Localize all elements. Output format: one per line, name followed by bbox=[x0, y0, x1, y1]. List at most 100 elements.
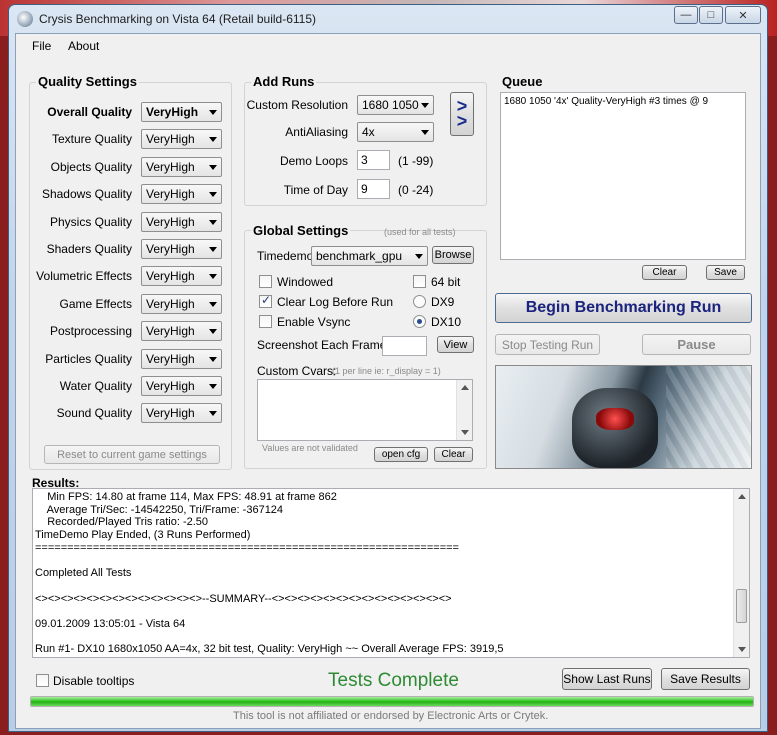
quality-value: VeryHigh bbox=[146, 269, 195, 284]
scroll-down-icon[interactable] bbox=[738, 647, 746, 652]
quality-row-label: Objects Quality bbox=[50, 159, 132, 174]
chevron-down-icon bbox=[209, 192, 217, 198]
queue-title: Queue bbox=[500, 74, 545, 89]
results-line: Min FPS: 14.80 at frame 114, Max FPS: 48… bbox=[35, 491, 337, 503]
minimize-button[interactable]: — bbox=[674, 6, 698, 24]
chevron-down-icon bbox=[209, 329, 217, 335]
windowed-label: Windowed bbox=[277, 275, 334, 289]
windowed-checkbox[interactable] bbox=[259, 275, 272, 288]
chevron-down-icon bbox=[209, 274, 217, 280]
dx10-radio[interactable] bbox=[413, 315, 426, 328]
queue-save-button[interactable]: Save bbox=[706, 265, 745, 280]
demo-loops-range: (1 -99) bbox=[398, 154, 434, 168]
64bit-label: 64 bit bbox=[431, 275, 461, 289]
view-button[interactable]: View bbox=[437, 336, 474, 353]
time-of-day-range: (0 -24) bbox=[398, 183, 434, 197]
add-to-queue-button[interactable]: > > bbox=[450, 92, 474, 136]
results-line bbox=[35, 554, 747, 567]
screenshot-label: Screenshot Each Frame bbox=[257, 338, 387, 352]
disable-tooltips-label: Disable tooltips bbox=[53, 674, 135, 688]
chevron-down-icon bbox=[415, 254, 423, 259]
scroll-down-icon[interactable] bbox=[461, 430, 469, 435]
chevron-down-icon bbox=[209, 219, 217, 225]
cvars-clear-button[interactable]: Clear bbox=[434, 447, 473, 462]
open-cfg-button[interactable]: open cfg bbox=[374, 447, 428, 462]
resolution-value: 1680 1050 bbox=[362, 98, 419, 112]
chevron-down-icon bbox=[209, 301, 217, 307]
chevron-down-icon bbox=[209, 164, 217, 170]
vsync-label: Enable Vsync bbox=[277, 315, 351, 329]
chevron-down-icon bbox=[209, 384, 217, 389]
browse-button[interactable]: Browse bbox=[432, 246, 474, 264]
dx9-radio[interactable] bbox=[413, 295, 426, 308]
quality-select[interactable]: VeryHigh bbox=[141, 376, 222, 396]
stop-testing-button[interactable]: Stop Testing Run bbox=[495, 334, 600, 355]
results-line bbox=[35, 580, 747, 593]
disclaimer-text: This tool is not affiliated or endorsed … bbox=[233, 710, 549, 722]
pause-button[interactable]: Pause bbox=[642, 334, 751, 355]
quality-select[interactable]: VeryHigh bbox=[141, 211, 222, 232]
results-line: 09.01.2009 13:05:01 - Vista 64 bbox=[35, 617, 186, 630]
custom-cvars-label: Custom Cvars: bbox=[257, 364, 337, 378]
results-line: <><><><><><><><><><><><><>--SUMMARY--<><… bbox=[35, 592, 452, 605]
quality-select[interactable]: VeryHigh bbox=[141, 403, 222, 424]
results-line: ========================================… bbox=[35, 541, 459, 554]
custom-cvars-textarea[interactable] bbox=[257, 379, 473, 441]
results-scroll-thumb[interactable] bbox=[736, 589, 747, 623]
quality-select[interactable]: VeryHigh bbox=[141, 321, 222, 342]
quality-row-label: Particles Quality bbox=[45, 351, 132, 366]
64bit-checkbox[interactable] bbox=[413, 275, 426, 288]
maximize-button[interactable]: □ bbox=[699, 6, 723, 24]
disable-tooltips-checkbox[interactable] bbox=[36, 674, 49, 687]
clear-log-label: Clear Log Before Run bbox=[277, 295, 394, 309]
vsync-checkbox[interactable] bbox=[259, 315, 272, 328]
clear-log-checkbox[interactable] bbox=[259, 293, 272, 308]
results-scrollbar[interactable] bbox=[733, 489, 749, 657]
quality-row-label: Shaders Quality bbox=[46, 242, 132, 256]
quality-select[interactable]: VeryHigh bbox=[141, 266, 222, 287]
resolution-label: Custom Resolution bbox=[246, 98, 348, 112]
time-of-day-input[interactable]: 9 bbox=[357, 179, 390, 199]
quality-select[interactable]: VeryHigh bbox=[141, 156, 222, 177]
chevron-down-icon bbox=[421, 103, 429, 108]
cvars-scrollbar[interactable] bbox=[456, 380, 472, 440]
scroll-up-icon[interactable] bbox=[461, 385, 469, 390]
antialiasing-select[interactable]: 4x bbox=[357, 122, 434, 142]
quality-select[interactable]: VeryHigh bbox=[141, 348, 222, 369]
menu-about[interactable]: About bbox=[68, 39, 99, 53]
global-settings-title: Global Settings bbox=[251, 223, 351, 238]
quality-value: VeryHigh bbox=[146, 132, 195, 147]
save-results-button[interactable]: Save Results bbox=[661, 668, 750, 690]
dx10-label: DX10 bbox=[431, 315, 462, 329]
queue-item[interactable]: 1680 1050 '4x' Quality-VeryHigh #3 times… bbox=[504, 96, 742, 107]
queue-list[interactable]: 1680 1050 '4x' Quality-VeryHigh #3 times… bbox=[500, 92, 746, 260]
chevron-down-icon bbox=[209, 137, 217, 143]
reset-settings-button[interactable]: Reset to current game settings bbox=[44, 445, 220, 464]
menu-bar: File About bbox=[16, 34, 760, 56]
results-line: Average Tri/Sec: -14542250, Tri/Frame: -… bbox=[35, 503, 284, 516]
menu-file[interactable]: File bbox=[32, 39, 51, 53]
quality-settings-title: Quality Settings bbox=[36, 74, 139, 89]
chevron-down-icon bbox=[209, 247, 217, 252]
quality-select[interactable]: VeryHigh bbox=[141, 102, 222, 122]
quality-select[interactable]: VeryHigh bbox=[141, 184, 222, 205]
demo-loops-input[interactable]: 3 bbox=[357, 150, 390, 170]
quality-value: VeryHigh bbox=[146, 159, 195, 174]
queue-clear-button[interactable]: Clear bbox=[642, 265, 687, 280]
quality-select[interactable]: VeryHigh bbox=[141, 239, 222, 259]
quality-row-label: Shadows Quality bbox=[41, 187, 132, 202]
timedemo-select[interactable]: benchmark_gpu bbox=[311, 246, 428, 266]
window-title: Crysis Benchmarking on Vista 64 (Retail … bbox=[39, 12, 317, 26]
quality-value: VeryHigh bbox=[146, 351, 195, 366]
show-last-runs-button[interactable]: Show Last Runs bbox=[562, 668, 652, 690]
screenshot-input[interactable] bbox=[382, 336, 427, 356]
resolution-select[interactable]: 1680 1050 bbox=[357, 95, 434, 115]
app-window: Crysis Benchmarking on Vista 64 (Retail … bbox=[8, 4, 768, 732]
results-log[interactable]: Min FPS: 14.80 at frame 114, Max FPS: 48… bbox=[32, 488, 750, 658]
quality-select[interactable]: VeryHigh bbox=[141, 293, 222, 314]
quality-select[interactable]: VeryHigh bbox=[141, 129, 222, 150]
close-button[interactable]: ✕ bbox=[725, 6, 761, 24]
scroll-up-icon[interactable] bbox=[738, 494, 746, 499]
begin-benchmark-button[interactable]: Begin Benchmarking Run bbox=[495, 293, 752, 323]
time-of-day-label: Time of Day bbox=[283, 183, 348, 197]
